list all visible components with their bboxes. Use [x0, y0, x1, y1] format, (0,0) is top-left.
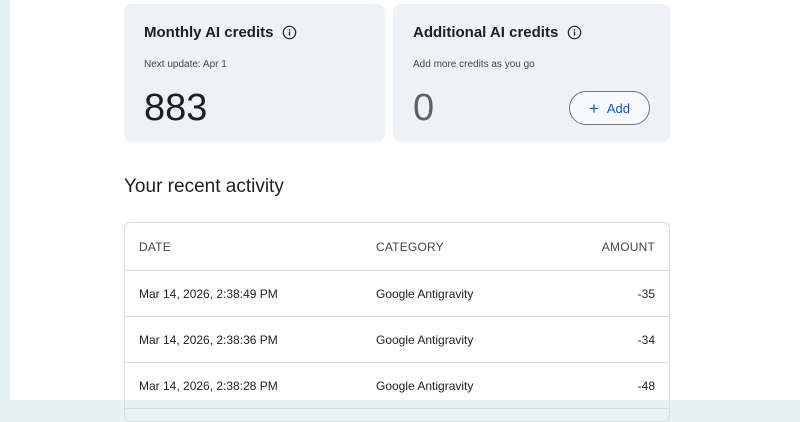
add-credits-button[interactable]: + Add [569, 91, 650, 125]
next-update-text: Next update: Apr 1 [144, 59, 227, 70]
row-category: Google Antigravity [376, 378, 474, 393]
table-header-row: DATE CATEGORY AMOUNT [125, 223, 669, 271]
date-column-header: DATE [139, 239, 171, 254]
monthly-credits-title: Monthly AI credits [144, 24, 274, 41]
table-row: Mar 14, 2026, 2:38:36 PM Google Antigrav… [125, 317, 669, 363]
row-amount: -34 [637, 332, 655, 347]
add-credits-hint: Add more credits as you go [413, 59, 535, 70]
category-column-header: CATEGORY [376, 239, 444, 254]
info-icon[interactable] [282, 25, 297, 40]
row-date: Mar 14, 2026, 2:38:49 PM [139, 286, 278, 301]
monthly-credits-title-row: Monthly AI credits [144, 24, 297, 41]
monthly-credits-card: Monthly AI credits Next update: Apr 1 88… [124, 4, 385, 142]
row-amount: -48 [637, 378, 655, 393]
additional-credits-title-row: Additional AI credits [413, 24, 582, 41]
recent-activity-heading: Your recent activity [124, 176, 284, 197]
credits-page: Monthly AI credits Next update: Apr 1 88… [10, 0, 800, 422]
amount-column-header: AMOUNT [601, 239, 655, 254]
activity-table: DATE CATEGORY AMOUNT Mar 14, 2026, 2:38:… [124, 222, 670, 422]
row-category: Google Antigravity [376, 332, 474, 347]
add-button-label: Add [606, 100, 631, 116]
additional-credits-title: Additional AI credits [413, 24, 559, 41]
table-row: Mar 14, 2026, 2:38:49 PM Google Antigrav… [125, 271, 669, 317]
monthly-credits-value: 883 [144, 87, 208, 129]
row-date: Mar 14, 2026, 2:38:36 PM [139, 332, 278, 347]
info-icon[interactable] [567, 25, 582, 40]
additional-credits-card: Additional AI credits Add more credits a… [393, 4, 670, 142]
plus-icon: + [588, 98, 599, 118]
row-category: Google Antigravity [376, 286, 474, 301]
table-row: Mar 14, 2026, 2:38:28 PM Google Antigrav… [125, 363, 669, 409]
additional-credits-value: 0 [413, 87, 435, 129]
row-amount: -35 [637, 286, 655, 301]
row-date: Mar 14, 2026, 2:38:28 PM [139, 378, 278, 393]
